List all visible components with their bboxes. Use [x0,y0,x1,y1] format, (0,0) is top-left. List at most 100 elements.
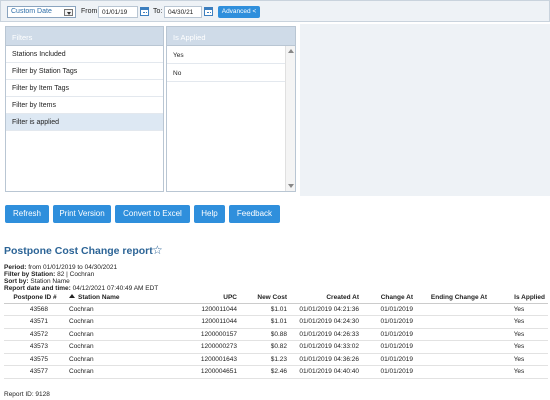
table-cell: Cochran [66,315,158,329]
sort-label: Sort by: [4,278,29,285]
table-cell: 01/01/2019 [362,328,416,341]
advanced-toggle-button[interactable]: Advanced < [218,6,260,18]
report-station-filter: Filter by Station: 82 | Cochran [4,271,94,278]
help-button[interactable]: Help [194,205,225,223]
col-station-name[interactable]: Station Name [66,292,158,304]
table-cell: 01/01/2019 [362,315,416,329]
report-title: Postpone Cost Change report [4,245,153,257]
table-header-row: Postpone ID # Station Name UPC New Cost … [4,292,548,304]
table-cell: 01/01/2019 04:26:33 [290,328,362,341]
table-cell: $2.46 [240,365,290,379]
option-yes[interactable]: Yes [167,46,285,64]
table-row[interactable]: 43568 Cochran 1200011044 $1.01 01/01/2019 04… [4,303,548,316]
filter-item-stations-included[interactable]: Stations Included [6,46,163,63]
convert-to-excel-button[interactable]: Convert to Excel [115,205,190,223]
datetime-value: 04/12/2021 07:40:49 AM EDT [72,285,159,292]
report-id: Report ID: 9128 [4,391,50,398]
table-cell: 43572 [4,328,66,341]
table-row[interactable]: 43575 Cochran 1200001643 $1.23 01/01/2019 04… [4,353,548,366]
table-cell: Yes [490,365,548,379]
calendar-icon[interactable] [204,7,213,16]
table-cell: 01/01/2019 04:33:02 [290,340,362,354]
period-value: from 01/01/2019 to 04/30/2021 [28,264,118,271]
col-upc[interactable]: UPC [158,292,240,304]
col-is-applied[interactable]: Is Applied [490,292,548,304]
table-cell: 01/01/2019 [362,353,416,366]
table-cell: 43577 [4,365,66,379]
station-filter-value: 82 | Cochran [57,271,95,278]
filter-item-station-tags[interactable]: Filter by Station Tags [6,63,163,80]
scroll-up-icon[interactable] [288,49,294,53]
star-icon[interactable]: ☆ [152,243,163,257]
table-row[interactable]: 43571 Cochran 1200011044 $1.01 01/01/2019 04… [4,315,548,329]
table-cell [416,340,490,354]
from-date-input[interactable]: 01/01/19 [98,6,138,18]
table-cell: Yes [490,353,548,366]
col-ending-change-at[interactable]: Ending Change At [416,292,490,304]
is-applied-header: Is Applied [167,27,295,46]
refresh-button[interactable]: Refresh [5,205,49,223]
report-period: Period: from 01/01/2019 to 04/30/2021 [4,264,117,271]
sort-value: Station Name [30,278,70,285]
scroll-down-icon[interactable] [288,184,294,188]
table-cell [416,303,490,316]
table-cell: $1.23 [240,353,290,366]
table-cell [416,353,490,366]
option-no[interactable]: No [167,64,285,82]
table-cell: Cochran [66,328,158,341]
table-cell: $1.01 [240,315,290,329]
chevron-down-icon[interactable] [64,9,73,16]
filter-item-is-applied[interactable]: Filter is applied [6,114,163,131]
table-cell [416,315,490,329]
table-cell: 01/01/2019 04:21:36 [290,303,362,316]
report-datetime: Report date and time: 04/12/2021 07:40:4… [4,285,158,292]
table-cell: 01/01/2019 [362,303,416,316]
table-cell: 43573 [4,340,66,354]
table-cell: 01/01/2019 [362,365,416,379]
table-cell: Yes [490,328,548,341]
table-cell: Yes [490,315,548,329]
to-date-input[interactable]: 04/30/21 [164,6,202,18]
col-postpone-id[interactable]: Postpone ID # [4,292,66,304]
table-cell: 43568 [4,303,66,316]
table-cell: 1200000157 [158,328,240,341]
datetime-label: Report date and time: [4,285,71,292]
table-cell: 1200001643 [158,353,240,366]
table-cell: 01/01/2019 04:24:30 [290,315,362,329]
table-cell: 43571 [4,315,66,329]
filters-header: Filters [6,27,163,46]
scrollbar[interactable] [285,46,295,191]
table-cell: Yes [490,303,548,316]
table-cell: 01/01/2019 04:36:26 [290,353,362,366]
is-applied-panel: Is Applied Yes No [166,26,296,192]
col-station-name-label: Station Name [78,293,120,301]
report-sort: Sort by: Station Name [4,278,70,285]
to-label: To: [153,8,163,15]
filter-area-background [300,24,550,196]
feedback-button[interactable]: Feedback [229,205,280,223]
filter-item-item-tags[interactable]: Filter by Item Tags [6,80,163,97]
col-change-at[interactable]: Change At [362,292,416,304]
table-cell: 43575 [4,353,66,366]
col-created-at[interactable]: Created At [290,292,362,304]
filters-panel: Filters Stations Included Filter by Stat… [5,26,164,192]
table-cell [416,365,490,379]
table-cell: 1200004651 [158,365,240,379]
report-table: Postpone ID # Station Name UPC New Cost … [4,292,548,379]
table-cell: 1200000273 [158,340,240,354]
period-label: Period: [4,264,27,271]
filter-item-items[interactable]: Filter by Items [6,97,163,114]
col-new-cost[interactable]: New Cost [240,292,290,304]
table-row[interactable]: 43572 Cochran 1200000157 $0.88 01/01/2019 04… [4,328,548,341]
calendar-icon[interactable] [140,7,149,16]
table-cell: Cochran [66,365,158,379]
table-cell: Cochran [66,303,158,316]
table-row[interactable]: 43573 Cochran 1200000273 $0.82 01/01/2019 04… [4,340,548,354]
date-range-select[interactable]: Custom Date [7,6,76,18]
table-cell: $0.82 [240,340,290,354]
table-row[interactable]: 43577 Cochran 1200004651 $2.46 01/01/2019 04… [4,365,548,379]
print-version-button[interactable]: Print Version [53,205,111,223]
date-range-select-value: Custom Date [11,8,52,15]
table-cell: Yes [490,340,548,354]
table-cell: 01/01/2019 [362,340,416,354]
